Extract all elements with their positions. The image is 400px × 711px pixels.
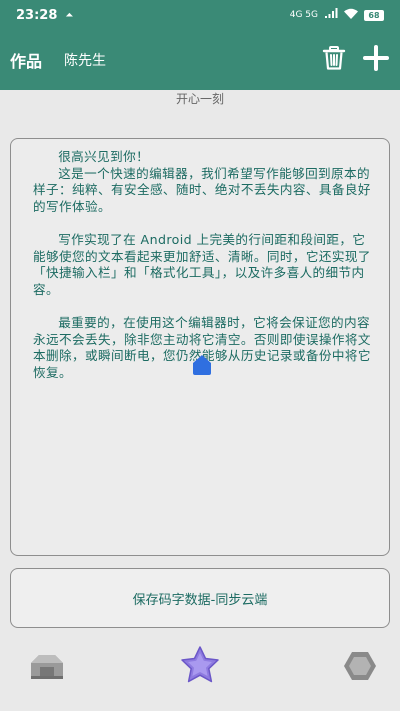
delete-button[interactable] <box>320 46 348 74</box>
status-time: 23:28 <box>16 7 58 23</box>
page-title: 作品 <box>10 52 43 71</box>
editor-textarea[interactable]: 很高兴见到你！ 这是一个快速的编辑器，我们希望写作能够回到原本的样子：纯粹、有安… <box>10 138 390 556</box>
text-cursor-handle[interactable] <box>193 355 211 375</box>
editor-paragraph: 写作实现了在 Android 上完美的行间距和段间距，它能够使您的文本看起来更加… <box>33 231 371 297</box>
hexagon-icon <box>343 650 377 686</box>
nav-item-settings[interactable] <box>340 648 380 688</box>
nav-item-home[interactable] <box>27 648 67 688</box>
star-icon <box>180 646 220 688</box>
nav-item-favorites[interactable] <box>178 645 222 689</box>
editor-paragraph: 这是一个快速的编辑器，我们希望写作能够回到原本的样子：纯粹、有安全感、随时、绝对… <box>33 165 371 214</box>
save-sync-button[interactable]: 保存码字数据-同步云端 <box>10 568 390 628</box>
bottom-nav <box>0 640 400 700</box>
battery-indicator: 68 <box>364 9 384 21</box>
app-bar-actions <box>320 44 390 76</box>
editor-paragraph: 很高兴见到你！ <box>58 149 150 164</box>
network-indicator: 4G 5G <box>289 10 318 20</box>
add-button[interactable] <box>362 44 390 76</box>
page-subtitle: 开心一刻 <box>175 92 224 106</box>
save-sync-label: 保存码字数据-同步云端 <box>132 592 268 608</box>
notification-icon: ⏶ <box>65 9 74 21</box>
status-icons: 4G 5G 68 <box>290 8 384 22</box>
status-bar: 23:28 ⏶ 4G 5G 68 <box>0 0 400 30</box>
plus-icon <box>362 44 390 76</box>
app-bar: 作品 陈先生 <box>0 30 400 90</box>
signal-icon <box>324 8 338 22</box>
author-name[interactable]: 陈先生 <box>64 50 106 70</box>
wifi-icon <box>344 8 358 22</box>
house-icon <box>29 651 65 685</box>
trash-icon <box>321 45 347 75</box>
